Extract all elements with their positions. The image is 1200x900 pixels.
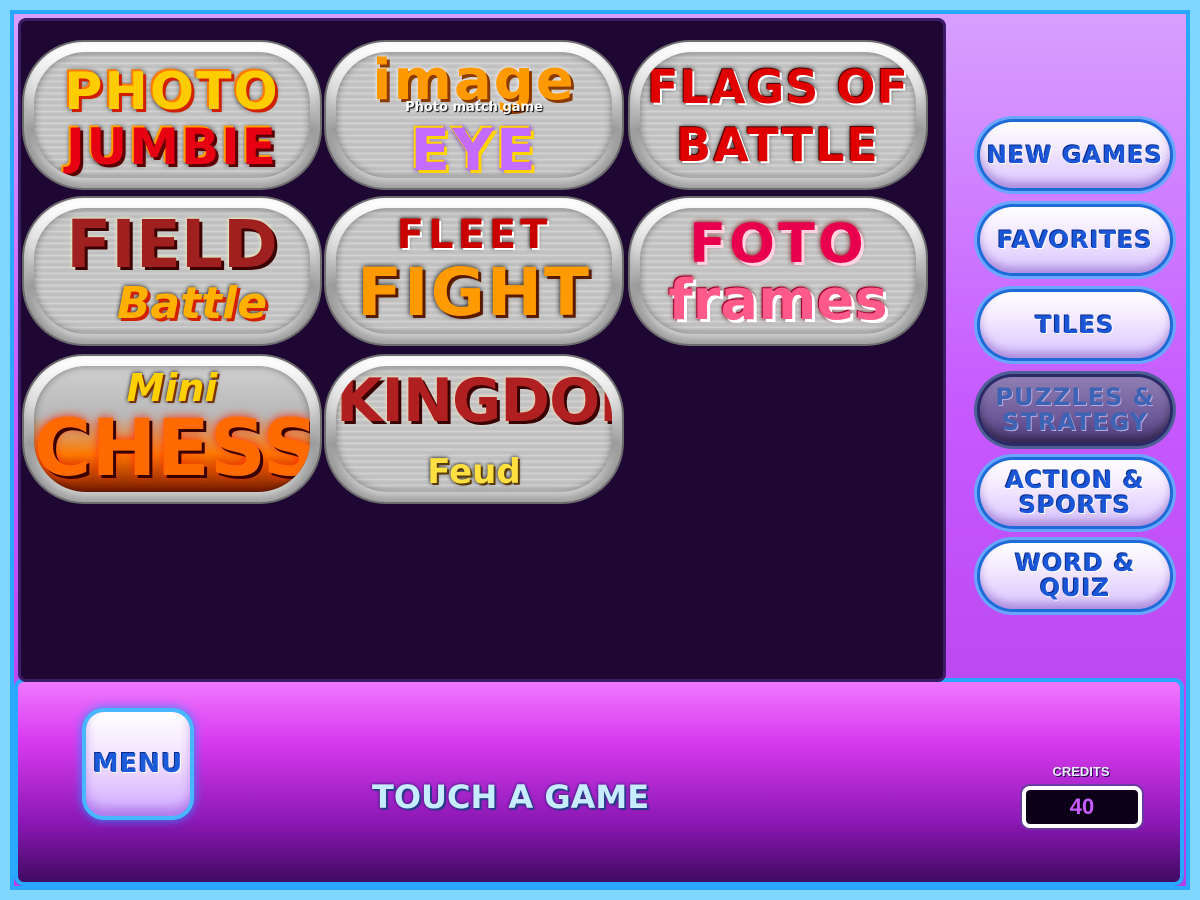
game-title-line2: BATTLE bbox=[676, 118, 880, 172]
tile-logo: CHESS Mini bbox=[34, 366, 310, 492]
credits-value: 40 bbox=[1069, 794, 1095, 819]
game-title-line1: PHOTO bbox=[64, 62, 280, 122]
tile-logo: PHOTO JUMBIE bbox=[34, 52, 310, 178]
credits-display: 40 bbox=[1022, 786, 1142, 828]
game-title-line2: Feud bbox=[427, 452, 521, 492]
game-title-line2: FIGHT bbox=[356, 254, 592, 331]
game-tile-foto-frames[interactable]: FOTO frames bbox=[630, 198, 926, 344]
category-tiles-button[interactable]: TILES bbox=[980, 292, 1170, 358]
button-label: FAVORITES bbox=[997, 225, 1153, 254]
game-subtitle: Photo match game bbox=[405, 100, 543, 115]
button-label: NEW GAMES bbox=[986, 140, 1164, 169]
category-new-games-button[interactable]: NEW GAMES bbox=[980, 122, 1170, 188]
game-tile-flags-of-battle[interactable]: FLAGS OF BATTLE bbox=[630, 42, 926, 188]
game-title-line1: Mini bbox=[126, 366, 218, 410]
credits-label: CREDITS bbox=[1052, 764, 1110, 779]
game-tile-photo-jumbie[interactable]: PHOTO JUMBIE bbox=[24, 42, 320, 188]
tile-logo: FLAGS OF BATTLE bbox=[640, 52, 916, 178]
tile-logo: FLEET FIGHT bbox=[336, 208, 612, 334]
category-action-sports-button[interactable]: ACTION & SPORTS bbox=[980, 460, 1170, 526]
tile-logo: image Photo match game EYE bbox=[336, 52, 612, 178]
game-title-line2: Battle bbox=[116, 278, 268, 329]
button-label: ACTION & SPORTS bbox=[1005, 466, 1145, 519]
menu-button[interactable]: MENU bbox=[86, 712, 190, 816]
game-title-line2: frames bbox=[668, 268, 888, 333]
tile-logo: FIELD Battle bbox=[34, 208, 310, 334]
game-tile-fleet-fight[interactable]: FLEET FIGHT bbox=[326, 198, 622, 344]
game-title-line1: FIELD bbox=[66, 208, 278, 283]
game-tile-field-battle[interactable]: FIELD Battle bbox=[24, 198, 320, 344]
game-title-line1: FLAGS OF bbox=[647, 60, 909, 114]
game-title-line1: FLEET bbox=[396, 212, 552, 258]
game-title-line1: FOTO bbox=[689, 212, 867, 275]
category-puzzles-strategy-button[interactable]: PUZZLES & STRATEGY bbox=[980, 377, 1170, 443]
game-title-line2: EYE bbox=[410, 116, 538, 178]
tile-logo: KINGDOM Feud bbox=[336, 366, 612, 492]
game-tile-kingdom-feud[interactable]: KINGDOM Feud bbox=[326, 356, 622, 502]
button-label: TILES bbox=[1035, 310, 1115, 339]
menu-label: MENU bbox=[92, 749, 184, 779]
game-tile-mini-chess[interactable]: CHESS Mini bbox=[24, 356, 320, 502]
tile-logo: FOTO frames bbox=[640, 208, 916, 334]
game-title-line1: KINGDOM bbox=[336, 366, 612, 436]
category-favorites-button[interactable]: FAVORITES bbox=[980, 207, 1170, 273]
category-word-quiz-button[interactable]: WORD & QUIZ bbox=[980, 543, 1170, 609]
game-tile-image-eye[interactable]: image Photo match game EYE bbox=[326, 42, 622, 188]
game-title-line2: CHESS bbox=[34, 404, 310, 492]
touch-prompt: TOUCH A GAME bbox=[372, 778, 650, 816]
game-title-line2: JUMBIE bbox=[66, 118, 278, 176]
button-label: PUZZLES & STRATEGY bbox=[995, 383, 1155, 436]
button-label: WORD & QUIZ bbox=[1014, 549, 1136, 602]
